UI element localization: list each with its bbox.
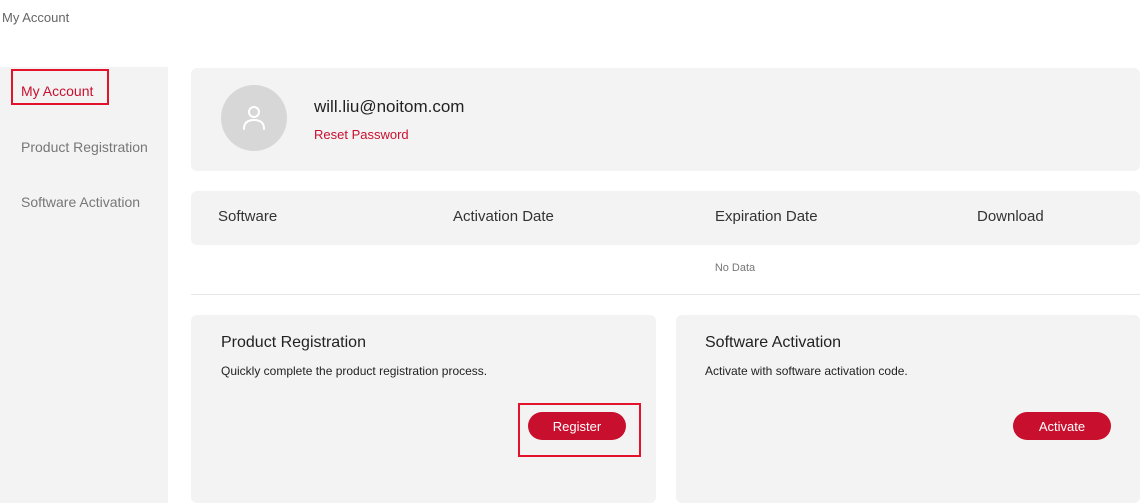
user-icon	[243, 106, 265, 130]
column-header-download: Download	[977, 208, 1044, 225]
activate-button[interactable]: Activate	[1013, 412, 1111, 440]
breadcrumb: My Account	[2, 10, 70, 25]
software-activation-title: Software Activation	[705, 334, 842, 351]
sidebar	[0, 67, 168, 503]
my-account-highlight	[11, 69, 109, 105]
column-header-expiration-date: Expiration Date	[715, 208, 818, 225]
account-card	[191, 68, 1140, 171]
column-header-software: Software	[218, 208, 278, 225]
product-registration-description: Quickly complete the product registratio…	[221, 364, 488, 378]
product-registration-title: Product Registration	[221, 334, 366, 351]
avatar	[221, 85, 287, 151]
sidebar-item-software-activation[interactable]: Software Activation	[21, 194, 140, 210]
table-empty-text: No Data	[714, 262, 756, 274]
column-header-activation-date: Activation Date	[453, 208, 554, 225]
table-divider	[191, 294, 1140, 295]
account-email: will.liu@noitom.com	[314, 97, 465, 116]
software-activation-description: Activate with software activation code.	[705, 364, 908, 378]
reset-password-link[interactable]: Reset Password	[314, 127, 409, 142]
sidebar-item-product-registration[interactable]: Product Registration	[21, 139, 148, 155]
register-highlight	[518, 403, 641, 457]
